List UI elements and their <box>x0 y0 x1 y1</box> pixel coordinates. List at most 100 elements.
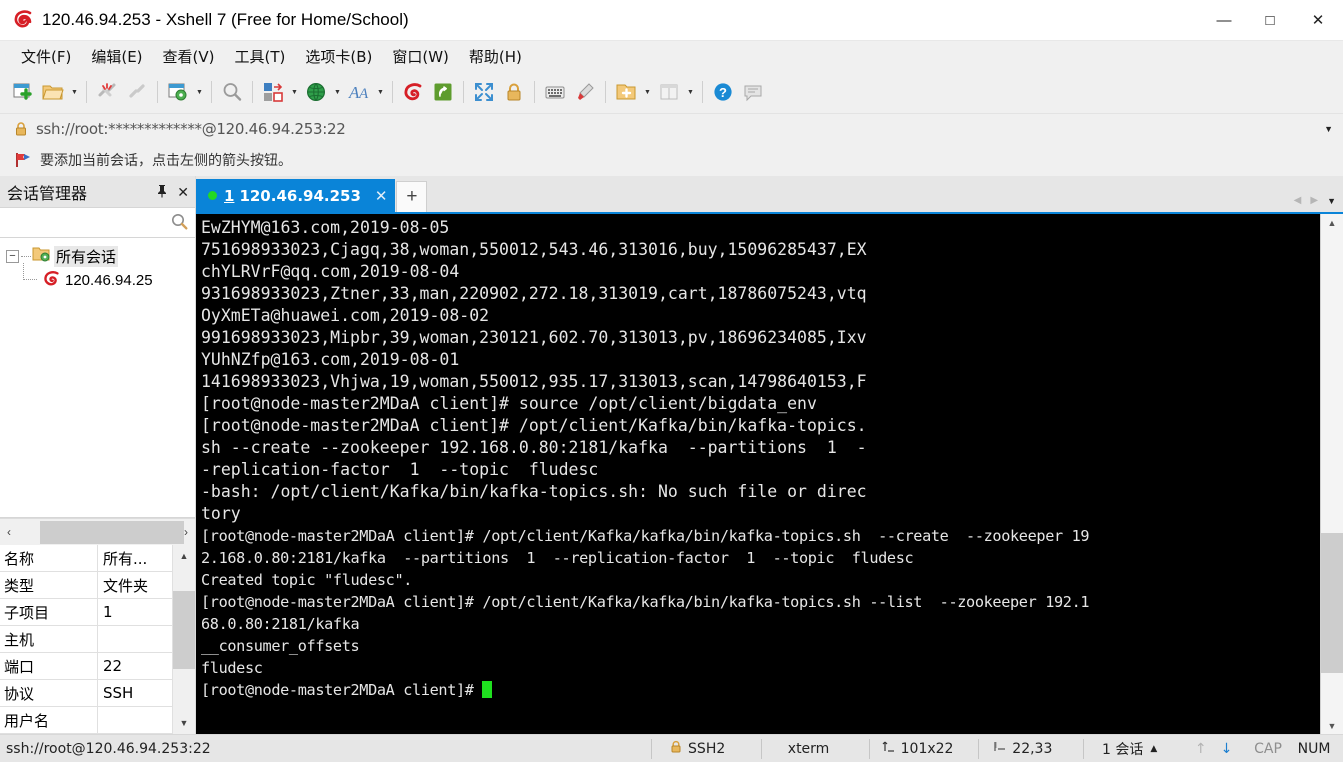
split-view-icon[interactable] <box>654 77 684 107</box>
session-search-box[interactable] <box>0 207 195 238</box>
chevron-down-icon[interactable]: ▼ <box>1321 717 1343 734</box>
chevron-down-icon[interactable]: ▼ <box>1327 196 1336 206</box>
chevron-up-icon[interactable]: ▲ <box>173 545 195 567</box>
tab-number: 1 <box>224 186 235 205</box>
status-sessions-label: 1 会话 <box>1102 741 1144 758</box>
status-transfer-indicators: ↑ ↓ <box>1183 735 1248 762</box>
xshell-logo-icon <box>12 9 34 31</box>
menu-bar: 文件(F) 编辑(E) 查看(V) 工具(T) 选项卡(B) 窗口(W) 帮助(… <box>0 40 1343 71</box>
menu-tabs[interactable]: 选项卡(B) <box>296 42 381 71</box>
menu-tools[interactable]: 工具(T) <box>226 42 295 71</box>
address-bar[interactable]: ssh://root:*************@120.46.94.253:2… <box>0 113 1343 144</box>
toolbar-separator <box>86 81 87 103</box>
chevron-down-icon[interactable]: ▼ <box>1324 124 1333 134</box>
status-size: 101x22 <box>870 735 979 762</box>
terminal-line: [root@node-master2MDaA client]# /opt/cli… <box>201 416 867 435</box>
disconnect-icon[interactable] <box>92 77 122 107</box>
close-icon[interactable]: ✕ <box>375 187 388 205</box>
chevron-down-icon[interactable]: ▼ <box>193 77 206 107</box>
tab-session-1[interactable]: 1 120.46.94.253 ✕ <box>196 179 396 212</box>
new-session-icon[interactable] <box>8 77 38 107</box>
fullscreen-icon[interactable] <box>469 77 499 107</box>
session-properties-icon[interactable] <box>163 77 193 107</box>
xftp-icon[interactable] <box>428 77 458 107</box>
lock-icon[interactable] <box>499 77 529 107</box>
property-value <box>98 707 172 733</box>
table-row: 名称 所有... <box>0 545 172 572</box>
triangle-left-icon[interactable]: ◀ <box>1294 195 1302 206</box>
chevron-down-icon[interactable]: ▼ <box>684 77 697 107</box>
menu-file[interactable]: 文件(F) <box>12 42 80 71</box>
table-row: 主机 <box>0 626 172 653</box>
session-tree-item-label: 120.46.94.25 <box>65 271 153 289</box>
open-folder-icon[interactable] <box>38 77 68 107</box>
find-icon[interactable] <box>217 77 247 107</box>
session-manager-title: 会话管理器 <box>7 183 88 203</box>
triangle-right-icon[interactable]: ▶ <box>1310 195 1318 206</box>
maximize-button[interactable]: □ <box>1247 0 1293 40</box>
chevron-down-icon[interactable]: ▼ <box>374 77 387 107</box>
terminal-line: -bash: /opt/client/Kafka/bin/kafka-topic… <box>201 482 867 501</box>
close-icon[interactable]: ✕ <box>177 185 189 199</box>
globe-icon[interactable] <box>301 77 331 107</box>
search-icon[interactable] <box>171 213 188 233</box>
new-note-icon[interactable] <box>611 77 641 107</box>
vscroll-thumb[interactable] <box>173 591 195 669</box>
close-button[interactable]: ✕ <box>1293 0 1343 40</box>
session-tree-hscrollbar[interactable]: ‹ › <box>0 518 195 545</box>
notice-text: 要添加当前会话，点击左侧的箭头按钮。 <box>40 153 292 169</box>
menu-edit[interactable]: 编辑(E) <box>82 42 151 71</box>
hscroll-thumb[interactable] <box>40 520 184 544</box>
help-icon[interactable]: ? <box>708 77 738 107</box>
arrow-down-icon: ↓ <box>1220 740 1233 757</box>
chevron-up-icon[interactable]: ▲ <box>1321 214 1343 231</box>
terminal-line: [root@node-master2MDaA client]# <box>201 679 1320 701</box>
terminal-output[interactable]: EwZHYM@163.com,2019-08-05 751698933023,Cj… <box>196 214 1320 734</box>
connection-status-dot <box>208 191 217 200</box>
terminal-line: OyXmETa@huawei.com,2019-08-02 <box>201 306 490 325</box>
status-bar: ssh://root@120.46.94.253:22 SSH2 xterm 1… <box>0 734 1343 762</box>
chevron-down-icon[interactable]: ▼ <box>68 77 81 107</box>
chevron-down-icon[interactable]: ▼ <box>288 77 301 107</box>
keyboard-icon[interactable] <box>540 77 570 107</box>
vscroll-track[interactable] <box>1321 231 1343 717</box>
reconnect-icon[interactable] <box>122 77 152 107</box>
highlight-icon[interactable] <box>570 77 600 107</box>
pin-icon[interactable] <box>156 184 168 200</box>
xshell-session-icon <box>42 270 61 291</box>
session-manager-panel: 会话管理器 ✕ − 所有会话 120.46.94.25 ‹ › 名称 所有...… <box>0 176 196 734</box>
menu-help[interactable]: 帮助(H) <box>460 42 531 71</box>
address-url[interactable]: ssh://root:*************@120.46.94.253:2… <box>36 120 346 138</box>
vscroll-track[interactable] <box>173 567 195 712</box>
toolbar-separator <box>211 81 212 103</box>
scroll-left-arrow-icon[interactable]: ‹ <box>0 520 18 545</box>
menu-window[interactable]: 窗口(W) <box>383 42 458 71</box>
hscroll-track[interactable] <box>18 519 184 545</box>
minimize-button[interactable]: — <box>1201 0 1247 40</box>
properties-vscrollbar[interactable]: ▲ ▼ <box>172 545 195 734</box>
terminal-vscrollbar[interactable]: ▲ ▼ <box>1320 214 1343 734</box>
terminal-line: 751698933023,Cjagq,38,woman,550012,543.4… <box>201 240 867 259</box>
status-sessions[interactable]: 1 会话 ▲ <box>1084 735 1183 762</box>
xshell-icon[interactable] <box>398 77 428 107</box>
property-value: 文件夹 <box>103 576 149 595</box>
toolbar-separator <box>463 81 464 103</box>
svg-text:?: ? <box>719 85 727 100</box>
session-tree-item[interactable]: 120.46.94.25 <box>0 263 195 292</box>
new-tab-button[interactable]: + <box>396 181 428 212</box>
expander-icon[interactable]: − <box>6 249 19 263</box>
layout-icon[interactable] <box>258 77 288 107</box>
terminal-cursor <box>482 681 493 698</box>
chevron-down-icon[interactable]: ▼ <box>331 77 344 107</box>
chat-icon[interactable] <box>738 77 768 107</box>
chevron-down-icon[interactable]: ▼ <box>641 77 654 107</box>
chevron-down-icon[interactable]: ▼ <box>173 712 195 734</box>
table-row: 用户名 <box>0 707 172 734</box>
vscroll-thumb[interactable] <box>1321 533 1343 673</box>
font-icon[interactable]: A A <box>344 77 374 107</box>
property-key: 名称 <box>0 545 98 571</box>
chevron-up-icon[interactable]: ▲ <box>1150 744 1157 754</box>
session-tree-root[interactable]: − 所有会话 <box>0 244 195 268</box>
session-tree[interactable]: − 所有会话 120.46.94.25 <box>0 238 195 518</box>
menu-view[interactable]: 查看(V) <box>154 42 224 71</box>
